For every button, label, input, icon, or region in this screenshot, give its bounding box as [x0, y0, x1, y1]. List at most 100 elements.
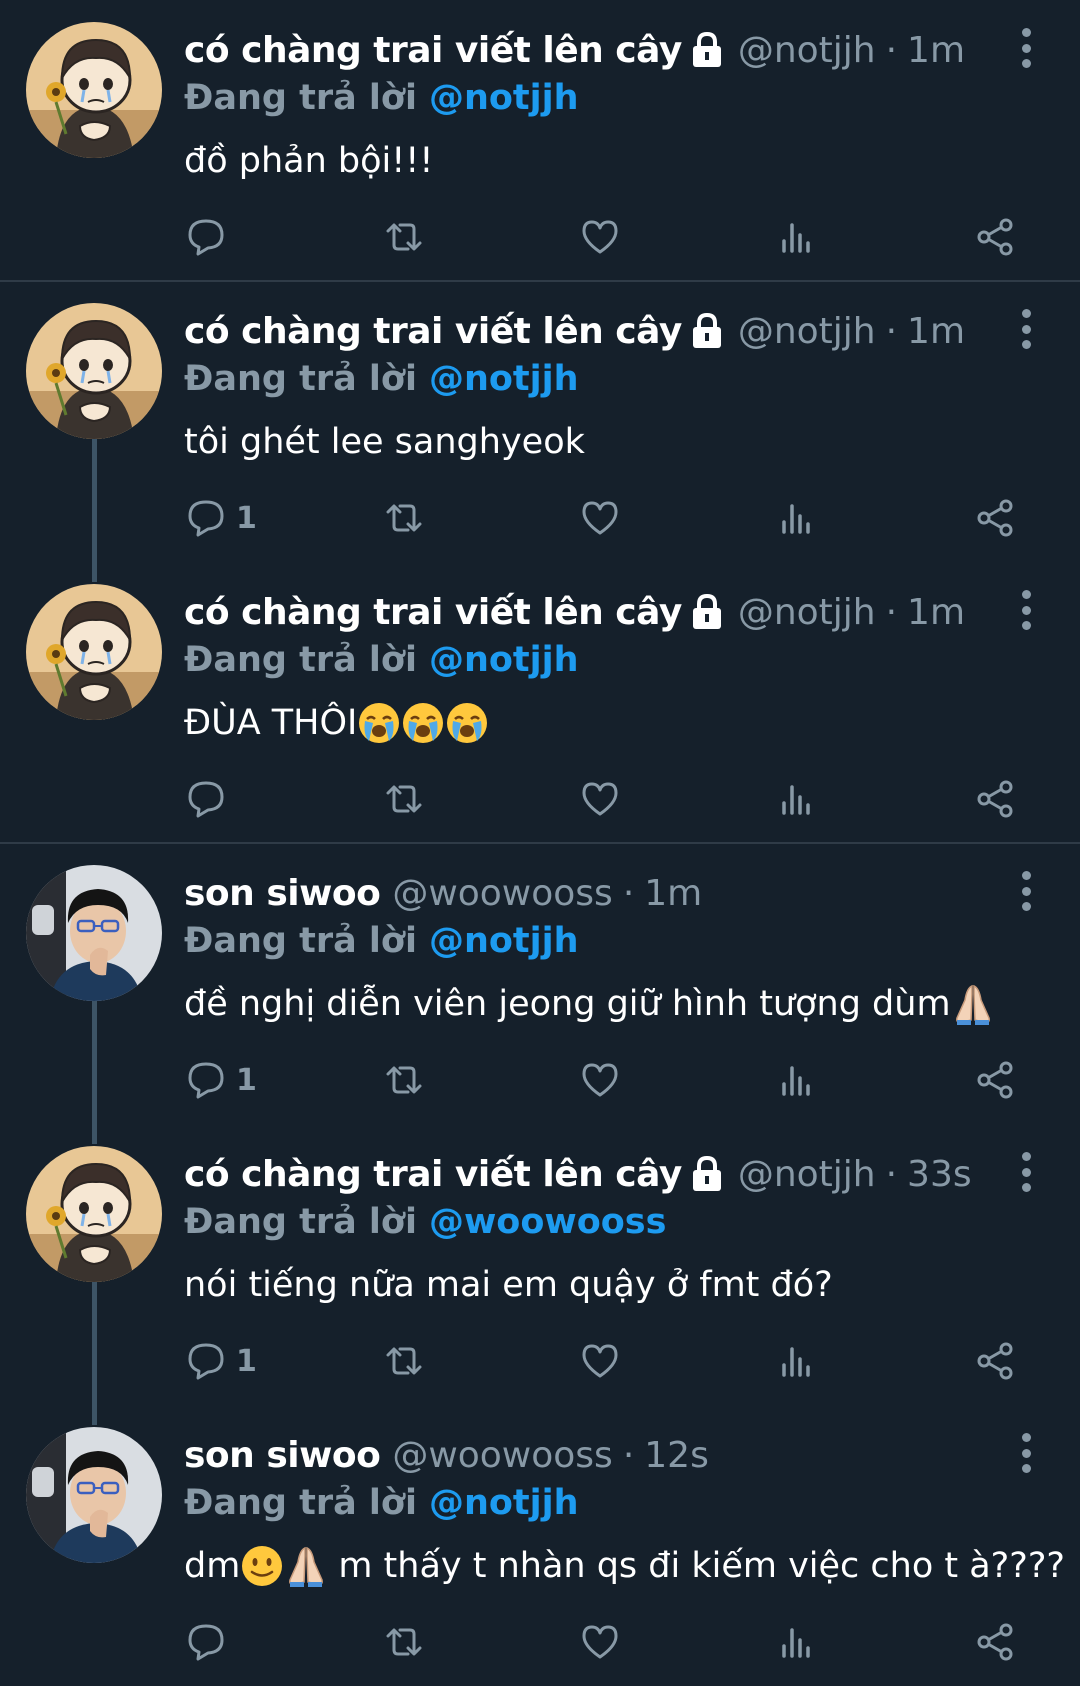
tweet-text: đồ phản bội!!!	[184, 136, 433, 186]
like-button[interactable]	[580, 207, 620, 267]
share-icon	[977, 1623, 1013, 1661]
retweet-button[interactable]	[382, 769, 426, 829]
share-icon	[977, 780, 1013, 818]
retweet-button[interactable]	[382, 207, 426, 267]
display-name[interactable]: có chàng trai viết lên cây	[184, 592, 682, 633]
views-button[interactable]	[778, 207, 818, 267]
avatar[interactable]	[26, 865, 162, 1001]
slightly-smiling-face-emoji	[242, 1546, 283, 1586]
like-button[interactable]	[580, 769, 620, 829]
heart-icon	[582, 501, 618, 535]
timeline-feed: có chàng trai viết lên cây @notjjh · 1 m …	[0, 0, 1080, 1683]
reply-button[interactable]: 1	[186, 1331, 257, 1391]
display-name[interactable]: có chàng trai viết lên cây	[184, 1154, 682, 1195]
photo-avatar-image	[26, 1427, 162, 1563]
reply-to-handle[interactable]: @notjjh	[429, 921, 579, 961]
share-button[interactable]	[974, 1612, 1016, 1672]
timestamp[interactable]: 1m	[907, 311, 965, 352]
handle[interactable]: @notjjh	[738, 1154, 876, 1195]
timestamp[interactable]: 1m	[907, 30, 965, 71]
handle[interactable]: @notjjh	[738, 311, 876, 352]
tweet-text-content: m thấy t nhàn qs đi kiếm việc cho t à???…	[338, 1546, 1065, 1586]
retweet-icon	[386, 1628, 422, 1656]
photo-avatar-image	[26, 865, 162, 1001]
share-button[interactable]	[974, 207, 1016, 267]
like-button[interactable]	[580, 1050, 620, 1110]
action-bar: 1	[0, 1050, 1080, 1110]
handle[interactable]: @woowooss	[392, 873, 613, 914]
cartoon-avatar-image	[26, 303, 162, 439]
reply-icon	[188, 781, 224, 818]
reply-to-handle[interactable]: @woowooss	[429, 1202, 667, 1242]
share-button[interactable]	[974, 488, 1016, 548]
reply-button[interactable]	[186, 1612, 236, 1672]
replying-label: Đang trả lời	[184, 640, 417, 680]
handle[interactable]: @notjjh	[738, 30, 876, 71]
avatar[interactable]	[26, 22, 162, 158]
tweet[interactable]: có chàng trai viết lên cây @notjjh · 1m …	[0, 0, 1080, 281]
views-button[interactable]	[778, 769, 818, 829]
retweet-icon	[386, 1066, 422, 1094]
replying-label: Đang trả lời	[184, 359, 417, 399]
like-button[interactable]	[580, 1612, 620, 1672]
timestamp[interactable]: 1m	[644, 873, 702, 914]
display-name[interactable]: có chàng trai viết lên cây	[184, 30, 682, 71]
avatar[interactable]	[26, 1146, 162, 1282]
reply-button[interactable]: 1	[186, 488, 257, 548]
share-button[interactable]	[974, 1050, 1016, 1110]
separator: ·	[622, 1434, 635, 1476]
crying-face-emoji	[403, 703, 444, 743]
like-button[interactable]	[580, 488, 620, 548]
handle[interactable]: @woowooss	[392, 1435, 613, 1476]
reply-to-handle[interactable]: @notjjh	[429, 1483, 579, 1523]
retweet-button[interactable]	[382, 1612, 426, 1672]
reply-to-handle[interactable]: @notjjh	[429, 640, 579, 680]
avatar[interactable]	[26, 584, 162, 720]
retweet-button[interactable]	[382, 1331, 426, 1391]
reply-button[interactable]	[186, 769, 236, 829]
tweet-header: có chàng trai viết lên cây @notjjh · 1m	[184, 24, 965, 76]
more-dots-icon[interactable]	[1008, 24, 1044, 72]
retweet-icon	[386, 785, 422, 813]
heart-icon	[582, 1344, 618, 1378]
more-dots-icon[interactable]	[1008, 1429, 1044, 1477]
display-name[interactable]: son siwoo	[184, 873, 381, 914]
views-button[interactable]	[778, 1050, 818, 1110]
display-name[interactable]: có chàng trai viết lên cây	[184, 311, 682, 352]
reply-to-handle[interactable]: @notjjh	[429, 78, 579, 118]
tweet[interactable]: có chàng trai viết lên cây @notjjh · 1m …	[0, 562, 1080, 843]
display-name[interactable]: son siwoo	[184, 1435, 381, 1476]
share-button[interactable]	[974, 769, 1016, 829]
reply-to-handle[interactable]: @notjjh	[429, 359, 579, 399]
views-button[interactable]	[778, 1331, 818, 1391]
more-dots-icon[interactable]	[1008, 586, 1044, 634]
heart-icon	[582, 782, 618, 816]
handle[interactable]: @notjjh	[738, 592, 876, 633]
retweet-button[interactable]	[382, 488, 426, 548]
views-button[interactable]	[778, 1612, 818, 1672]
share-button[interactable]	[974, 1331, 1016, 1391]
reply-button[interactable]: 1	[186, 1050, 257, 1110]
retweet-button[interactable]	[382, 1050, 426, 1110]
timestamp[interactable]: 33s	[907, 1154, 972, 1195]
more-dots-icon[interactable]	[1008, 305, 1044, 353]
avatar[interactable]	[26, 303, 162, 439]
more-dots-icon[interactable]	[1008, 867, 1044, 915]
action-bar: 1	[0, 1331, 1080, 1391]
tweet[interactable]: son siwoo @woowooss · 1m Đang trả lời @n…	[0, 843, 1080, 1124]
tweet[interactable]: có chàng trai viết lên cây @notjjh · 33s…	[0, 1124, 1080, 1405]
tweet[interactable]: son siwoo @woowooss · 12s Đang trả lời @…	[0, 1405, 1080, 1686]
avatar[interactable]	[26, 1427, 162, 1563]
timestamp[interactable]: 1m	[907, 592, 965, 633]
more-dots-icon[interactable]	[1008, 1148, 1044, 1196]
tweet[interactable]: có chàng trai viết lên cây @notjjh · 1m …	[0, 281, 1080, 562]
separator: ·	[885, 310, 898, 352]
folded-hands-emoji	[955, 984, 990, 1025]
like-button[interactable]	[580, 1331, 620, 1391]
tweet-header: son siwoo @woowooss · 1m	[184, 867, 702, 919]
timestamp[interactable]: 12s	[644, 1435, 709, 1476]
reply-button[interactable]	[186, 207, 236, 267]
lock-icon	[692, 312, 721, 348]
views-button[interactable]	[778, 488, 818, 548]
crying-face-emoji	[447, 703, 488, 743]
